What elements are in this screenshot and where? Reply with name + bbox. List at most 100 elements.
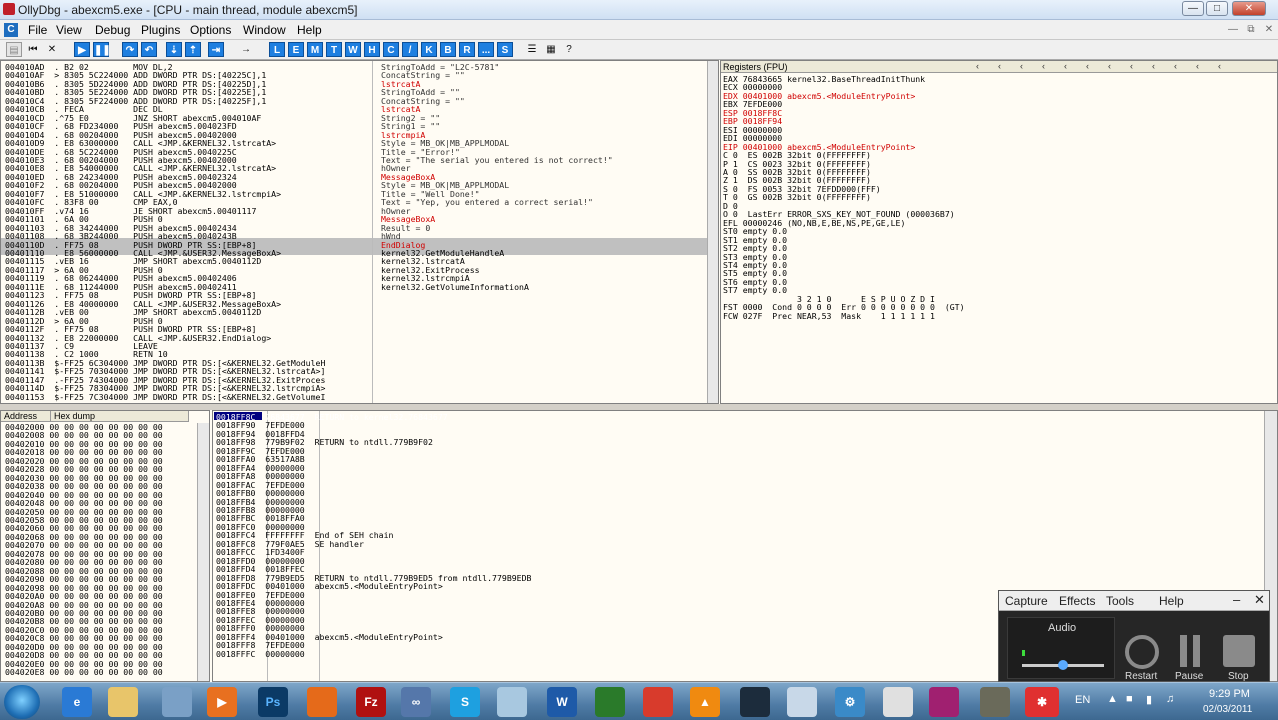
dump-line[interactable]: 004020E8 00 00 00 00 00 00 00 00 [5, 668, 189, 677]
executables-button[interactable]: E [288, 42, 304, 57]
register-line[interactable]: ESP 0018FF8C [723, 108, 1275, 117]
trace-into-icon[interactable]: ⇣ [166, 42, 182, 57]
register-nav-arrows-icon[interactable]: ‹‹‹‹‹‹‹‹‹‹‹‹ [976, 61, 1240, 71]
stack-line[interactable]: 0018FF98 779B9F02 RETURN to ntdll.779B9F… [216, 438, 1016, 447]
close-process-icon[interactable]: ✕ [44, 42, 60, 57]
clock-time[interactable]: 9:29 PM [1209, 688, 1250, 700]
recorder-close-icon[interactable]: ✕ [1254, 592, 1265, 608]
stack-line[interactable]: 0018FFCC 1FD3400F [216, 548, 1016, 557]
disasm-comment[interactable]: Result = 0 [381, 223, 703, 232]
stack-line[interactable]: 0018FF9C 7EFDE000 [216, 446, 1016, 455]
explorer-folder-icon[interactable] [108, 687, 138, 717]
menu-debug[interactable]: Debug [95, 23, 130, 37]
cpu-window-icon[interactable]: C [4, 23, 18, 37]
tools-icon[interactable] [162, 687, 192, 717]
log-window-button[interactable]: L [269, 42, 285, 57]
menu-options[interactable]: Options [190, 23, 231, 37]
close-button[interactable]: ✕ [1232, 1, 1266, 16]
paint-icon[interactable] [980, 687, 1010, 717]
memory-map-button[interactable]: M [307, 42, 323, 57]
winrar-icon[interactable] [929, 687, 959, 717]
disasm-line[interactable]: 00401153 $-FF25 7C304000 JMP DWORD PTR D… [5, 392, 371, 401]
goto-icon[interactable]: → [238, 42, 254, 57]
stack-line[interactable]: 0018FFF8 7EFDE000 [216, 641, 1016, 650]
stack-line[interactable]: 0018FF90 7EFDE000 [216, 421, 1016, 430]
pause-icon[interactable]: ❚❚ [93, 42, 111, 57]
register-line[interactable]: T 0 GS 002B 32bit 0(FFFFFFFF) [723, 193, 1275, 202]
source-button[interactable]: S [497, 42, 513, 57]
stack-line[interactable]: 0018FF8C 76843677 RETURN to kernel32.768… [216, 413, 1016, 421]
stack-line[interactable]: 0018FFF4 00401000 abexcm5.<ModuleEntryPo… [216, 632, 1016, 641]
disassembly-code[interactable]: 004010AD . B2 02 MOV DL,2 004010AF > 8305… [5, 63, 371, 403]
child-restore-icon[interactable]: ⧉ [1244, 23, 1258, 36]
stack-line[interactable]: 0018FFAC 7EFDE000 [216, 480, 1016, 489]
register-line[interactable]: FCW 027F Prec NEAR,53 Mask 1 1 1 1 1 1 [723, 311, 1275, 320]
rewind-icon[interactable]: ⏮ [25, 42, 41, 57]
trace-over-icon[interactable]: ⇡ [185, 42, 201, 57]
chrome-icon[interactable] [643, 687, 673, 717]
patches-button[interactable]: / [402, 42, 418, 57]
stack-line[interactable]: 0018FFA8 00000000 [216, 472, 1016, 481]
register-line[interactable]: ST6 empty 0.0 [723, 277, 1275, 286]
ollydbg-taskbar-icon[interactable]: ✱ [1025, 687, 1059, 717]
stack-line[interactable]: 0018FFEC 00000000 [216, 615, 1016, 624]
register-line[interactable]: ST4 empty 0.0 [723, 261, 1275, 270]
stack-line[interactable]: 0018FFE8 00000000 [216, 607, 1016, 616]
stack-line[interactable]: 0018FFDC 00401000 abexcm5.<ModuleEntryPo… [216, 582, 1016, 591]
registers-pane[interactable]: Registers (FPU) ‹‹‹‹‹‹‹‹‹‹‹‹ EAX 7684366… [720, 60, 1278, 404]
disassembly-pane[interactable]: 004010AD . B2 02 MOV DL,2 004010AF > 8305… [0, 60, 719, 404]
dump-data[interactable]: 00402000 00 00 00 00 00 00 00 00 00402008… [5, 423, 189, 681]
photoshop-icon[interactable]: Ps [258, 687, 288, 717]
register-line[interactable]: EFL 00000246 (NO,NB,E,BE,NS,PE,GE,LE) [723, 218, 1275, 227]
stack-data[interactable]: 0018FF8C 76843677 RETURN to kernel32.768… [216, 413, 1016, 679]
maximize-button[interactable]: □ [1206, 1, 1228, 16]
settings-gear-icon[interactable]: ⚙ [835, 687, 865, 717]
breakpoints-button[interactable]: B [440, 42, 456, 57]
stack-line[interactable]: 0018FFA0 63517A8B [216, 455, 1016, 464]
stack-line[interactable]: 0018FFBC 0018FFA0 [216, 514, 1016, 523]
recorder-minimize-icon[interactable]: – [1233, 592, 1240, 607]
register-line[interactable]: ST2 empty 0.0 [723, 244, 1275, 253]
stack-line[interactable]: 0018FFB0 00000000 [216, 489, 1016, 498]
register-line[interactable]: ST0 empty 0.0 [723, 227, 1275, 236]
minimize-button[interactable]: — [1182, 1, 1204, 16]
register-line[interactable]: ST3 empty 0.0 [723, 252, 1275, 261]
command-prompt-icon[interactable] [740, 687, 770, 717]
stack-line[interactable]: 0018FFB4 00000000 [216, 497, 1016, 506]
registers-header[interactable]: Registers (FPU) ‹‹‹‹‹‹‹‹‹‹‹‹ [721, 61, 1277, 73]
disasm-comment[interactable]: ConcatString = "" [381, 96, 703, 105]
disasm-comment[interactable]: hWnd [381, 232, 703, 241]
disassembly-scrollbar[interactable] [707, 61, 718, 403]
internet-explorer-icon[interactable]: e [62, 687, 92, 717]
tray-network-icon[interactable]: ■ [1126, 693, 1133, 705]
stack-line[interactable]: 0018FFE4 00000000 [216, 599, 1016, 608]
child-minimize-icon[interactable]: — [1226, 23, 1240, 36]
stop-icon[interactable] [1223, 635, 1255, 667]
disasm-comment[interactable]: Text = "The serial you entered is not co… [381, 156, 703, 165]
stack-line[interactable]: 0018FFA4 00000000 [216, 463, 1016, 472]
mouse-icon[interactable] [883, 687, 913, 717]
media-player-icon[interactable]: ▶ [207, 687, 237, 717]
restart-icon[interactable] [1125, 635, 1159, 669]
handles-button[interactable]: H [364, 42, 380, 57]
pause-icon-bar-left[interactable] [1180, 635, 1187, 667]
registers-list[interactable]: EAX 76843665 kernel32.BaseThreadInitThun… [723, 75, 1275, 401]
vlc-icon[interactable]: ▲ [690, 687, 720, 717]
run-trace-button[interactable]: ... [478, 42, 494, 57]
help-icon[interactable]: ? [561, 42, 577, 57]
tray-expand-icon[interactable]: ▲ [1107, 693, 1118, 705]
menu-view[interactable]: View [56, 23, 82, 37]
register-line[interactable]: ESI 00000000 [723, 125, 1275, 134]
register-line[interactable]: ST5 empty 0.0 [723, 269, 1275, 278]
register-line[interactable]: EAX 76843665 kernel32.BaseThreadInitThun… [723, 75, 1275, 83]
stack-line[interactable]: 0018FFFC 00000000 [216, 649, 1016, 658]
stack-line[interactable]: 0018FFD0 00000000 [216, 556, 1016, 565]
skype-icon[interactable]: S [450, 687, 480, 717]
recorder-menu-help[interactable]: Help [1159, 594, 1184, 608]
windows-button[interactable]: W [345, 42, 361, 57]
child-close-icon[interactable]: ✕ [1262, 23, 1276, 36]
stack-line[interactable]: 0018FFC8 779F0AE5 SE handler [216, 539, 1016, 548]
call-stack-button[interactable]: K [421, 42, 437, 57]
references-button[interactable]: R [459, 42, 475, 57]
execute-till-return-icon[interactable]: ⇥ [208, 42, 224, 57]
